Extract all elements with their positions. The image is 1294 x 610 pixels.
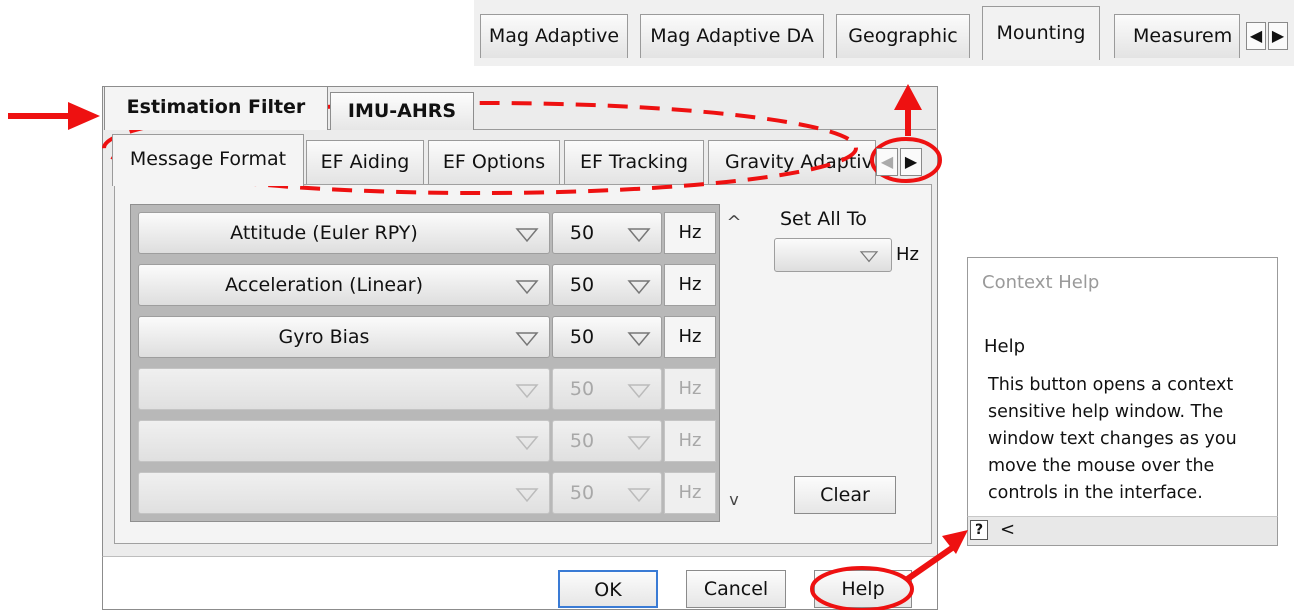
annotation-circle bbox=[810, 566, 914, 610]
inner-tab-scroll-left-icon[interactable]: ◀ bbox=[876, 148, 898, 176]
annotation-arrowhead bbox=[68, 102, 100, 130]
tab-estimation-filter[interactable]: Estimation Filter bbox=[104, 86, 328, 130]
annotation-arrowhead bbox=[894, 84, 922, 110]
annotation-arrow bbox=[904, 545, 954, 583]
inner-tab-scroll-right-icon[interactable]: ▶ bbox=[900, 148, 922, 176]
tab-imu-ahrs[interactable]: IMU-AHRS bbox=[330, 92, 474, 130]
tab-message-format[interactable]: Message Format bbox=[112, 134, 304, 186]
